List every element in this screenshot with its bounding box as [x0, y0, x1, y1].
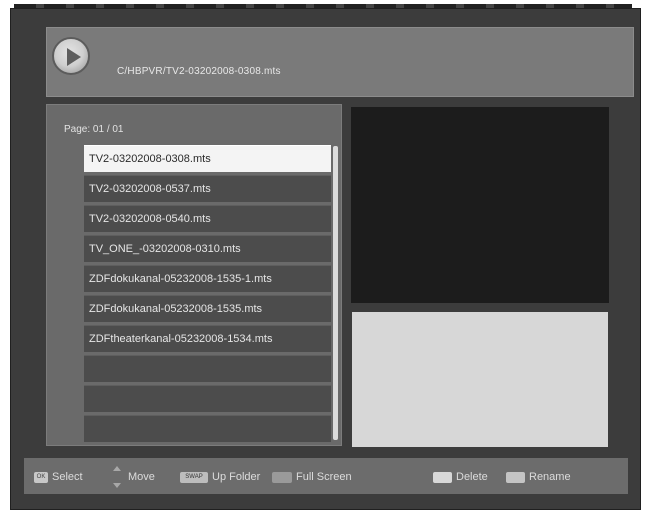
ok-key-icon: OK	[34, 471, 48, 483]
file-row[interactable]: ZDFdokukanal-05232008-1535.mts	[84, 295, 331, 322]
up-folder-label: Up Folder	[212, 471, 261, 483]
video-preview	[351, 107, 609, 303]
swap-key-icon: SWAP	[180, 471, 208, 483]
top-border-line	[14, 4, 632, 8]
file-row[interactable]: TV2-03202008-0537.mts	[84, 175, 331, 202]
header-bar	[46, 27, 634, 97]
file-row[interactable]: TV_ONE_-03202008-0310.mts	[84, 235, 331, 262]
rename-key-icon	[506, 471, 525, 483]
empty-file-row	[84, 355, 331, 382]
up-folder-hint[interactable]: SWAP Up Folder	[180, 465, 260, 489]
file-info-panel	[352, 312, 608, 447]
full-screen-key-icon	[272, 471, 292, 483]
rename-label: Rename	[529, 471, 571, 483]
move-hint[interactable]: Move	[112, 465, 155, 489]
file-list: TV2-03202008-0308.mts TV2-03202008-0537.…	[84, 145, 331, 445]
select-hint[interactable]: OK Select	[34, 465, 83, 489]
delete-key-icon	[433, 471, 452, 483]
file-row[interactable]: TV2-03202008-0540.mts	[84, 205, 331, 232]
delete-label: Delete	[456, 471, 488, 483]
up-down-arrow-icon	[112, 466, 122, 488]
file-row[interactable]: ZDFdokukanal-05232008-1535-1.mts	[84, 265, 331, 292]
empty-file-row	[84, 415, 331, 442]
page-indicator: Page: 01 / 01	[64, 124, 124, 135]
full-screen-hint[interactable]: Full Screen	[272, 465, 352, 489]
list-scrollbar[interactable]	[333, 146, 338, 440]
play-icon[interactable]	[52, 37, 90, 75]
delete-hint[interactable]: Delete	[433, 465, 488, 489]
select-label: Select	[52, 471, 83, 483]
full-screen-label: Full Screen	[296, 471, 352, 483]
current-file-path: C/HBPVR/TV2-03202008-0308.mts	[117, 66, 281, 77]
file-row[interactable]: TV2-03202008-0308.mts	[84, 145, 331, 172]
move-label: Move	[128, 471, 155, 483]
file-row[interactable]: ZDFtheaterkanal-05232008-1534.mts	[84, 325, 331, 352]
rename-hint[interactable]: Rename	[506, 465, 571, 489]
empty-file-row	[84, 385, 331, 412]
